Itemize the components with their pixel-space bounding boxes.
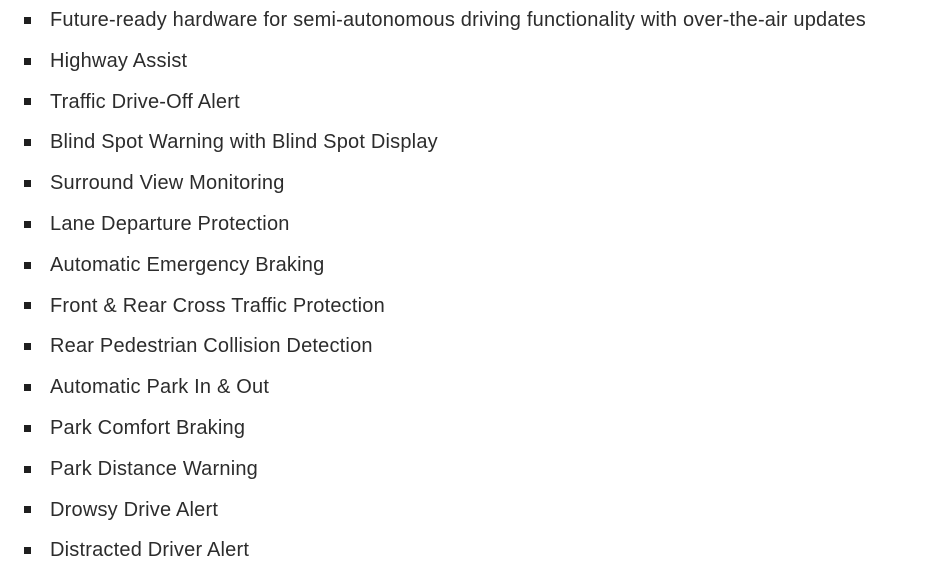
list-item-label: Blind Spot Warning with Blind Spot Displ… <box>50 131 438 154</box>
list-item: Traffic Drive-Off Alert <box>0 82 866 123</box>
list-item-label: Lane Departure Protection <box>50 212 290 235</box>
square-bullet-icon <box>24 547 31 555</box>
list-item: Drowsy Drive Alert <box>0 490 866 531</box>
square-bullet-icon <box>24 343 31 351</box>
list-item: Park Distance Warning <box>0 449 866 490</box>
square-bullet-icon <box>24 424 31 432</box>
list-item-label: Distracted Driver Alert <box>50 539 250 562</box>
feature-list: Future-ready hardware for semi-autonomou… <box>0 0 866 571</box>
list-item: Automatic Park In & Out <box>0 367 866 408</box>
square-bullet-icon <box>24 465 31 473</box>
list-item-label: Park Comfort Braking <box>50 416 246 439</box>
list-item: Surround View Monitoring <box>0 163 866 204</box>
square-bullet-icon <box>24 139 31 147</box>
square-bullet-icon <box>24 180 31 188</box>
list-item: Blind Spot Warning with Blind Spot Displ… <box>0 122 866 163</box>
square-bullet-icon <box>24 16 31 24</box>
list-item-label: Park Distance Warning <box>50 457 258 480</box>
list-item: Rear Pedestrian Collision Detection <box>0 326 866 367</box>
square-bullet-icon <box>24 220 31 228</box>
list-item-label: Surround View Monitoring <box>50 172 285 195</box>
list-item: Distracted Driver Alert <box>0 530 866 571</box>
square-bullet-icon <box>24 57 31 65</box>
list-item: Lane Departure Protection <box>0 204 866 245</box>
list-item: Park Comfort Braking <box>0 408 866 449</box>
list-item-label: Automatic Park In & Out <box>50 376 270 399</box>
list-item: Front & Rear Cross Traffic Protection <box>0 286 866 327</box>
square-bullet-icon <box>24 506 31 514</box>
list-item-label: Future-ready hardware for semi-autonomou… <box>50 9 866 31</box>
page-root: Future-ready hardware for semi-autonomou… <box>0 0 944 574</box>
list-item-label: Front & Rear Cross Traffic Protection <box>50 294 385 317</box>
list-item: Future-ready hardware for semi-autonomou… <box>0 0 866 41</box>
list-item-label: Highway Assist <box>50 49 188 72</box>
square-bullet-icon <box>24 302 31 310</box>
list-item-label: Drowsy Drive Alert <box>50 498 219 521</box>
list-item: Highway Assist <box>0 41 866 82</box>
square-bullet-icon <box>24 261 31 269</box>
square-bullet-icon <box>24 98 31 106</box>
list-item-label: Rear Pedestrian Collision Detection <box>50 335 373 358</box>
list-item: Automatic Emergency Braking <box>0 245 866 286</box>
square-bullet-icon <box>24 384 31 392</box>
list-item-label: Traffic Drive-Off Alert <box>50 90 240 113</box>
list-item-label: Automatic Emergency Braking <box>50 253 325 276</box>
